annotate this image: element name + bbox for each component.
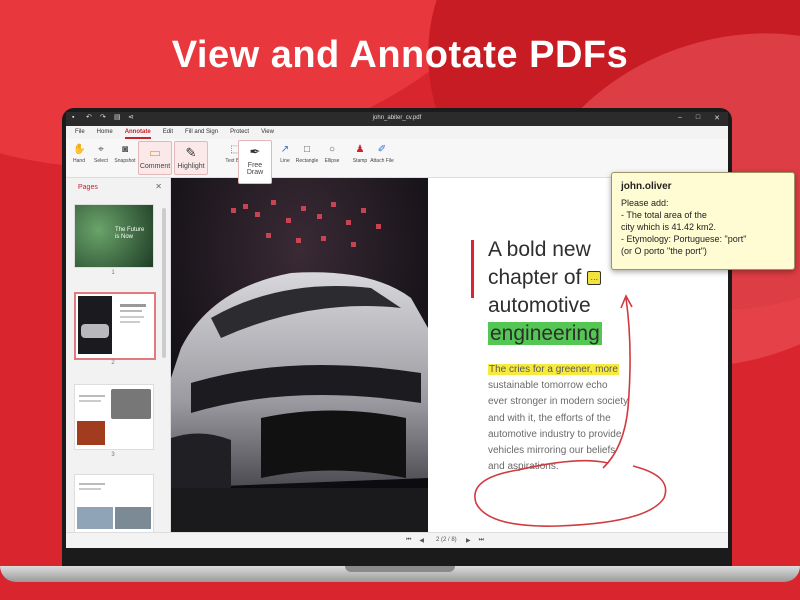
text-line xyxy=(120,321,140,323)
tool-label: Stamp xyxy=(352,158,368,164)
menu-home[interactable]: Home xyxy=(91,126,119,139)
sidebar-scrollbar[interactable] xyxy=(162,208,166,358)
window-title: john_abiter_cv.pdf xyxy=(372,115,422,121)
thumbnail-image xyxy=(111,389,151,419)
menu-annotate[interactable]: Annotate xyxy=(119,126,157,139)
close-icon[interactable]: ✕ xyxy=(714,114,720,122)
pages-sidebar: Pages ✕ The Future is Now 1 2 3 xyxy=(66,178,171,534)
page-thumbnail-4[interactable] xyxy=(74,474,154,534)
tool-label: Hand xyxy=(73,158,85,164)
page-number: 2 xyxy=(111,360,115,366)
close-icon[interactable]: ✕ xyxy=(155,182,162,191)
tool-label: Select xyxy=(94,158,108,164)
note-line: Please add: xyxy=(621,198,669,208)
hand-icon: ✋ xyxy=(73,144,86,155)
note-author: john.oliver xyxy=(621,181,672,192)
sticky-note-popup[interactable]: john.oliver Please add: - The total area… xyxy=(611,172,795,270)
select-tool-button[interactable]: ⌖ Select xyxy=(88,141,114,173)
freedraw-tool-button[interactable]: ✒ Free Draw xyxy=(238,140,272,184)
comment-icon: ▭ xyxy=(148,145,162,160)
next-page-icon[interactable]: ▶ xyxy=(466,537,471,544)
ellipse-icon: ○ xyxy=(328,144,336,155)
text-line xyxy=(79,395,105,397)
rectangle-icon: □ xyxy=(303,144,311,155)
thumbnail-text: The Future is Now xyxy=(115,227,145,240)
thumbnail-image xyxy=(77,507,113,529)
menu-file[interactable]: File xyxy=(69,126,91,139)
tool-label: Comment xyxy=(139,163,171,170)
menu-bar: File Home Annotate Edit Fill and Sign Pr… xyxy=(66,126,728,139)
car-illustration xyxy=(171,178,428,532)
ellipse-tool-button[interactable]: ○ Ellipse xyxy=(319,141,345,173)
pen-icon: ✒ xyxy=(249,144,261,159)
comment-tool-button[interactable]: ▭ Comment xyxy=(138,141,172,175)
menu-protect[interactable]: Protect xyxy=(224,126,255,139)
page-number: 3 xyxy=(111,452,115,458)
title-bar: ▪ ↶ ↷ ▤ ⋖ john_abiter_cv.pdf – □ ✕ xyxy=(66,112,728,126)
note-line: - The total area of the xyxy=(621,210,707,220)
stamp-icon: ♟ xyxy=(355,144,365,155)
text-line xyxy=(79,400,101,402)
tool-label: Free Draw xyxy=(246,162,264,176)
thumbnail-image xyxy=(78,296,112,354)
snapshot-tool-button[interactable]: ◙ Snapshot xyxy=(112,141,138,173)
tool-label: Snapshot xyxy=(114,158,136,164)
menu-view[interactable]: View xyxy=(255,126,280,139)
promo-headline: View and Annotate PDFs xyxy=(171,34,629,76)
sidebar-title: Pages xyxy=(78,184,98,191)
maximize-icon[interactable]: □ xyxy=(696,114,700,122)
text-line xyxy=(120,304,146,307)
status-bar: ⏮ ◀ 2 (2 / 8) ▶ ⏭ xyxy=(66,532,728,548)
text-line xyxy=(120,316,144,318)
tool-label: Rectangle xyxy=(295,158,319,164)
thumbnail-image xyxy=(77,421,105,445)
tool-label: Highlight xyxy=(177,163,205,170)
page-indicator[interactable]: 2 (2 / 8) xyxy=(436,537,457,543)
page-thumbnail-3[interactable] xyxy=(74,384,154,450)
laptop-notch xyxy=(345,566,455,572)
window-controls: – □ ✕ xyxy=(678,114,720,122)
highlight-tool-button[interactable]: ✎ Highlight xyxy=(174,141,208,175)
page-number: 1 xyxy=(111,270,115,276)
prev-page-icon[interactable]: ◀ xyxy=(419,537,424,544)
tool-label: Line xyxy=(280,158,290,164)
first-page-icon[interactable]: ⏮ xyxy=(406,537,411,544)
minimize-icon[interactable]: – xyxy=(678,114,682,122)
page-navigation: ⏮ ◀ xyxy=(406,537,424,544)
menu-edit[interactable]: Edit xyxy=(157,126,179,139)
page-thumbnail-1[interactable]: The Future is Now xyxy=(74,204,154,268)
paperclip-icon: ✐ xyxy=(377,144,387,155)
arrow-line-icon: ↗ xyxy=(280,144,290,155)
thumbnail-image xyxy=(115,507,151,529)
note-line: (or O porto "the port") xyxy=(621,246,707,256)
camera-icon: ◙ xyxy=(121,144,129,155)
text-line xyxy=(120,310,142,312)
note-line: - Etymology: Portuguese: "port" xyxy=(621,234,747,244)
attach-file-tool-button[interactable]: ✐ Attach File xyxy=(369,141,395,173)
text-line xyxy=(79,483,105,485)
tool-label: Attach File xyxy=(370,158,394,164)
last-page-icon[interactable]: ⏭ xyxy=(479,537,484,544)
page-thumbnail-2[interactable] xyxy=(74,292,156,360)
text-line xyxy=(79,488,101,490)
menu-fill-and-sign[interactable]: Fill and Sign xyxy=(179,126,224,139)
note-line: city which is 41.42 km2. xyxy=(621,222,717,232)
car-shape xyxy=(81,324,109,338)
page-navigation-forward: ▶ ⏭ xyxy=(466,537,484,544)
rectangle-tool-button[interactable]: □ Rectangle xyxy=(294,141,320,173)
highlighter-icon: ✎ xyxy=(185,145,197,160)
car-photo xyxy=(171,178,428,532)
tool-label: Ellipse xyxy=(324,158,340,164)
cursor-icon: ⌖ xyxy=(98,144,104,155)
